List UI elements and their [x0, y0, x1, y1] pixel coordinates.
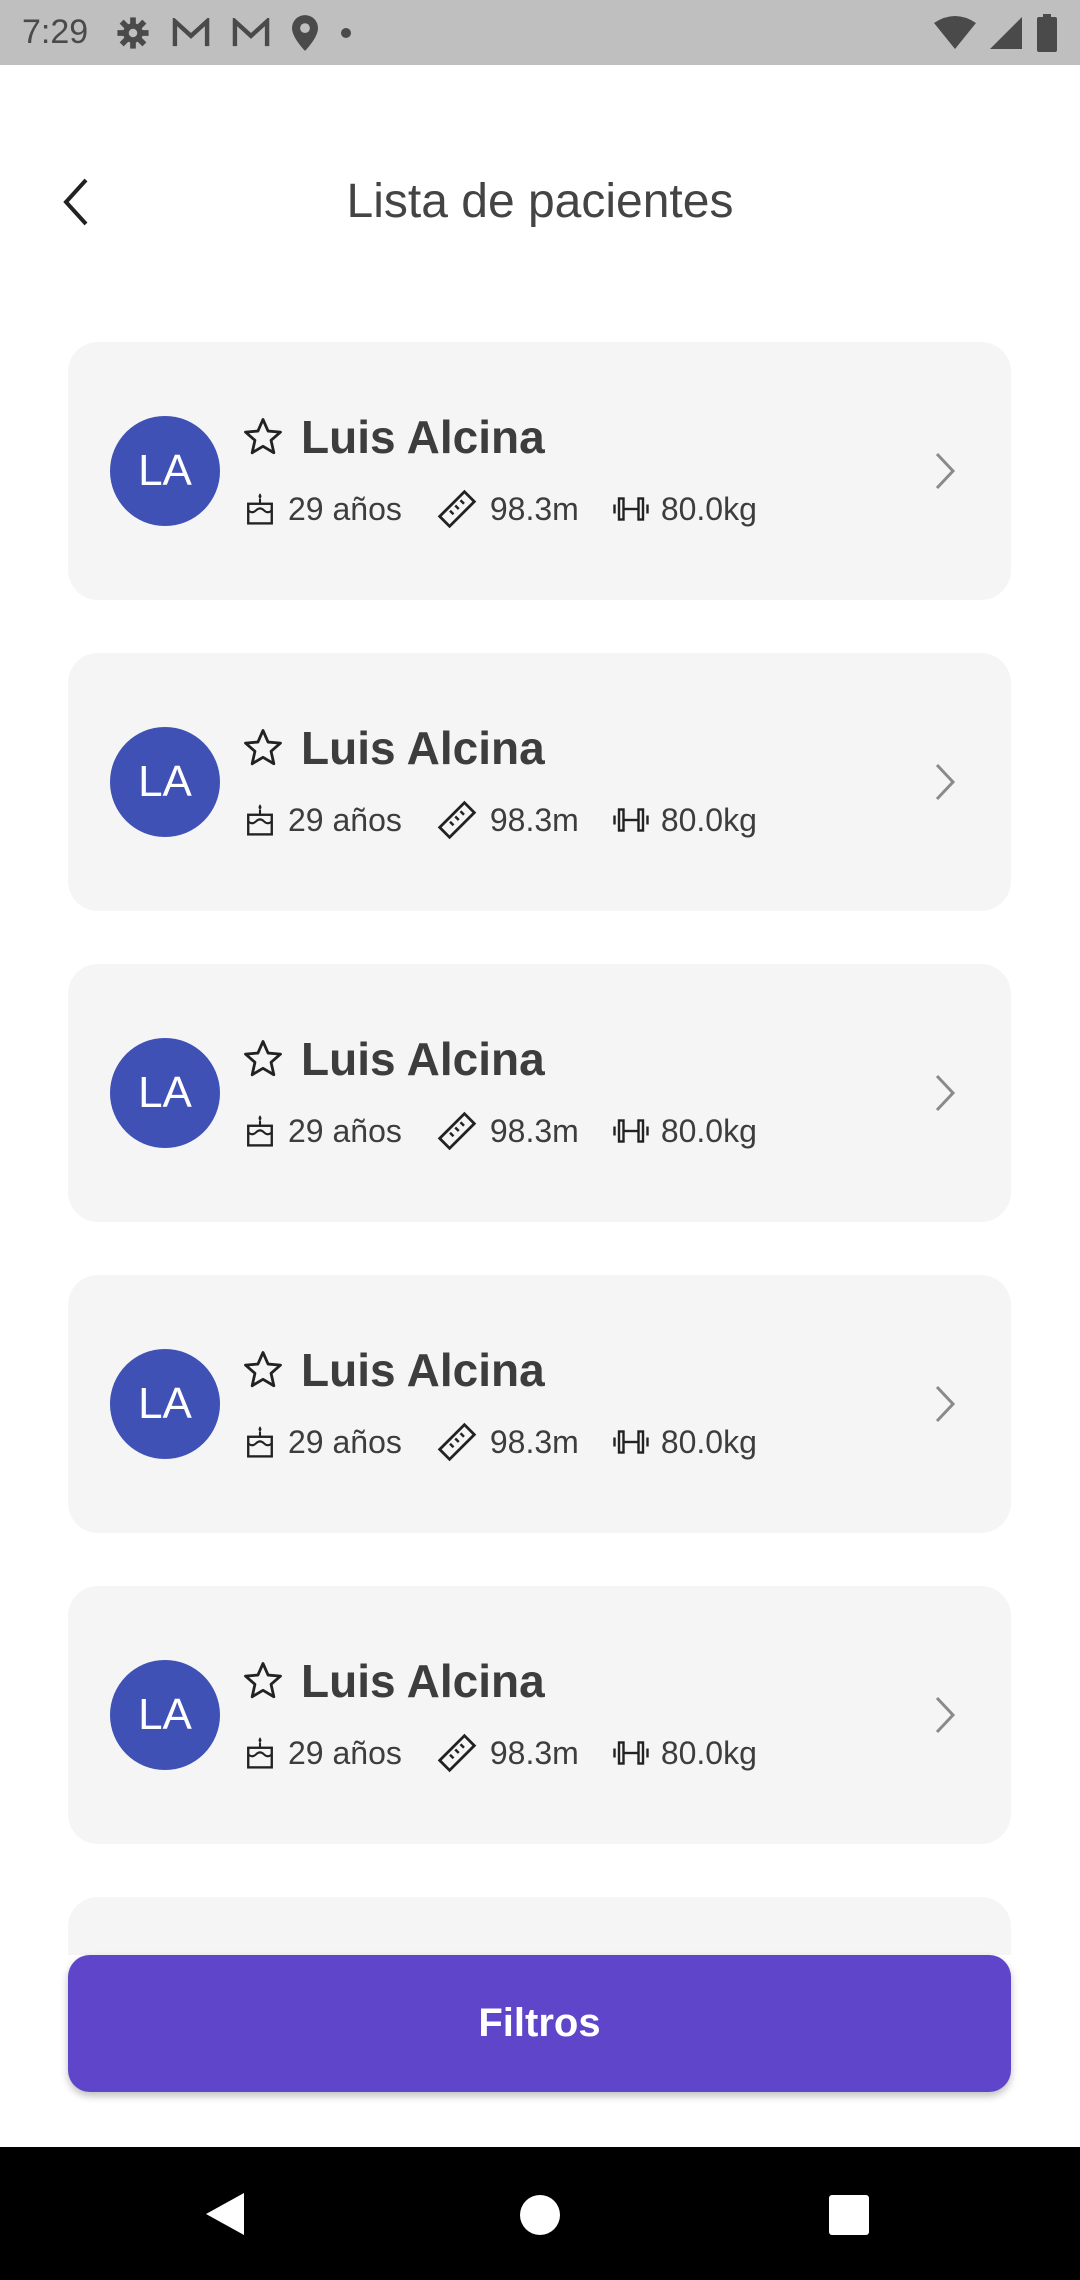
home-circle-icon — [520, 2195, 560, 2235]
cake-icon — [247, 1737, 273, 1769]
nav-recents-button[interactable] — [829, 2195, 871, 2240]
gmail-icon — [232, 17, 270, 46]
back-triangle-icon — [206, 2193, 244, 2235]
patient-card[interactable]: LA Luis Alcina 29 años 98.3m 80.0kg — [68, 964, 1011, 1222]
patient-height: 98.3m — [489, 1734, 579, 1771]
ruler-icon — [437, 800, 477, 840]
ruler-icon — [437, 489, 477, 529]
patient-name: Luis Alcina — [301, 1033, 545, 1085]
patient-height: 98.3m — [489, 801, 579, 838]
battery-icon — [1037, 13, 1057, 52]
dumbbell-icon — [613, 1119, 649, 1143]
ruler-icon — [437, 1111, 477, 1151]
page-title: Lista de pacientes — [346, 175, 734, 228]
nav-back-button[interactable] — [204, 2191, 246, 2242]
status-time: 7:29 — [22, 13, 89, 51]
star-icon[interactable] — [242, 416, 284, 458]
avatar: LA — [110, 416, 220, 526]
gmail-icon — [172, 17, 210, 46]
avatar-initials: LA — [138, 1068, 192, 1117]
patient-card[interactable]: LA Luis Alcina 29 años 98.3m 80.0kg — [68, 342, 1011, 600]
star-icon[interactable] — [242, 1349, 284, 1391]
patient-height: 98.3m — [489, 1423, 579, 1460]
avatar: LA — [110, 1349, 220, 1459]
patient-meta: 29 años 98.3m 80.0kg — [244, 1110, 791, 1152]
cake-icon — [247, 804, 273, 836]
patient-age: 29 años — [288, 1734, 402, 1771]
patient-name: Luis Alcina — [301, 1344, 545, 1396]
nav-home-button[interactable] — [519, 2194, 561, 2241]
patient-height: 98.3m — [489, 490, 579, 527]
dot-icon — [341, 27, 352, 38]
patient-height: 98.3m — [489, 1112, 579, 1149]
patient-name: Luis Alcina — [301, 722, 545, 774]
patient-meta: 29 años 98.3m 80.0kg — [244, 1421, 791, 1463]
patient-meta: 29 años 98.3m 80.0kg — [244, 1732, 791, 1774]
avatar-initials: LA — [138, 757, 192, 806]
dumbbell-icon — [613, 497, 649, 521]
patient-meta: 29 años 98.3m 80.0kg — [244, 799, 791, 841]
patient-card[interactable]: LA Luis Alcina 29 años 98.3m 80.0kg — [68, 1586, 1011, 1844]
star-icon[interactable] — [242, 1038, 284, 1080]
patient-age: 29 años — [288, 801, 402, 838]
signal-icon — [990, 16, 1022, 49]
star-icon[interactable] — [242, 727, 284, 769]
patient-card[interactable]: LA Luis Alcina 29 años 98.3m 80.0kg — [68, 653, 1011, 911]
avatar: LA — [110, 727, 220, 837]
wifi-icon — [934, 15, 976, 49]
chevron-right-icon — [935, 763, 956, 801]
patient-age: 29 años — [288, 490, 402, 527]
avatar-initials: LA — [138, 1379, 192, 1428]
chevron-right-icon — [935, 1074, 956, 1112]
dumbbell-icon — [613, 808, 649, 832]
cake-icon — [247, 1115, 273, 1147]
patient-weight: 80.0kg — [660, 801, 757, 838]
ruler-icon — [437, 1733, 477, 1773]
patient-card-partial[interactable] — [68, 1897, 1011, 1955]
avatar: LA — [110, 1660, 220, 1770]
patient-age: 29 años — [288, 1112, 402, 1149]
app-header: Lista de pacientes — [0, 150, 1080, 260]
patient-weight: 80.0kg — [660, 1734, 757, 1771]
patient-card[interactable]: LA Luis Alcina 29 años 98.3m 80.0kg — [68, 1275, 1011, 1533]
cake-icon — [247, 1426, 273, 1458]
patient-name: Luis Alcina — [301, 1655, 545, 1707]
patient-weight: 80.0kg — [660, 1423, 757, 1460]
patient-weight: 80.0kg — [660, 490, 757, 527]
chevron-right-icon — [935, 1385, 956, 1423]
avatar-initials: LA — [138, 1690, 192, 1739]
android-nav-bar — [0, 2147, 1080, 2280]
cake-icon — [247, 493, 273, 525]
patient-meta: 29 años 98.3m 80.0kg — [244, 488, 791, 530]
status-bar: 7:29 — [0, 0, 1080, 65]
star-icon[interactable] — [242, 1660, 284, 1702]
gear-icon — [117, 16, 149, 49]
location-icon — [292, 14, 319, 51]
ruler-icon — [437, 1422, 477, 1462]
recents-square-icon — [829, 2195, 869, 2235]
patient-list[interactable]: LA Luis Alcina 29 años 98.3m 80.0kg LA L… — [68, 342, 1011, 1955]
chevron-right-icon — [935, 452, 956, 490]
avatar-initials: LA — [138, 446, 192, 495]
filters-button[interactable]: Filtros — [68, 1955, 1011, 2092]
dumbbell-icon — [613, 1430, 649, 1454]
chevron-right-icon — [935, 1696, 956, 1734]
patient-age: 29 años — [288, 1423, 402, 1460]
patient-weight: 80.0kg — [660, 1112, 757, 1149]
avatar: LA — [110, 1038, 220, 1148]
dumbbell-icon — [613, 1741, 649, 1765]
patient-name: Luis Alcina — [301, 411, 545, 463]
